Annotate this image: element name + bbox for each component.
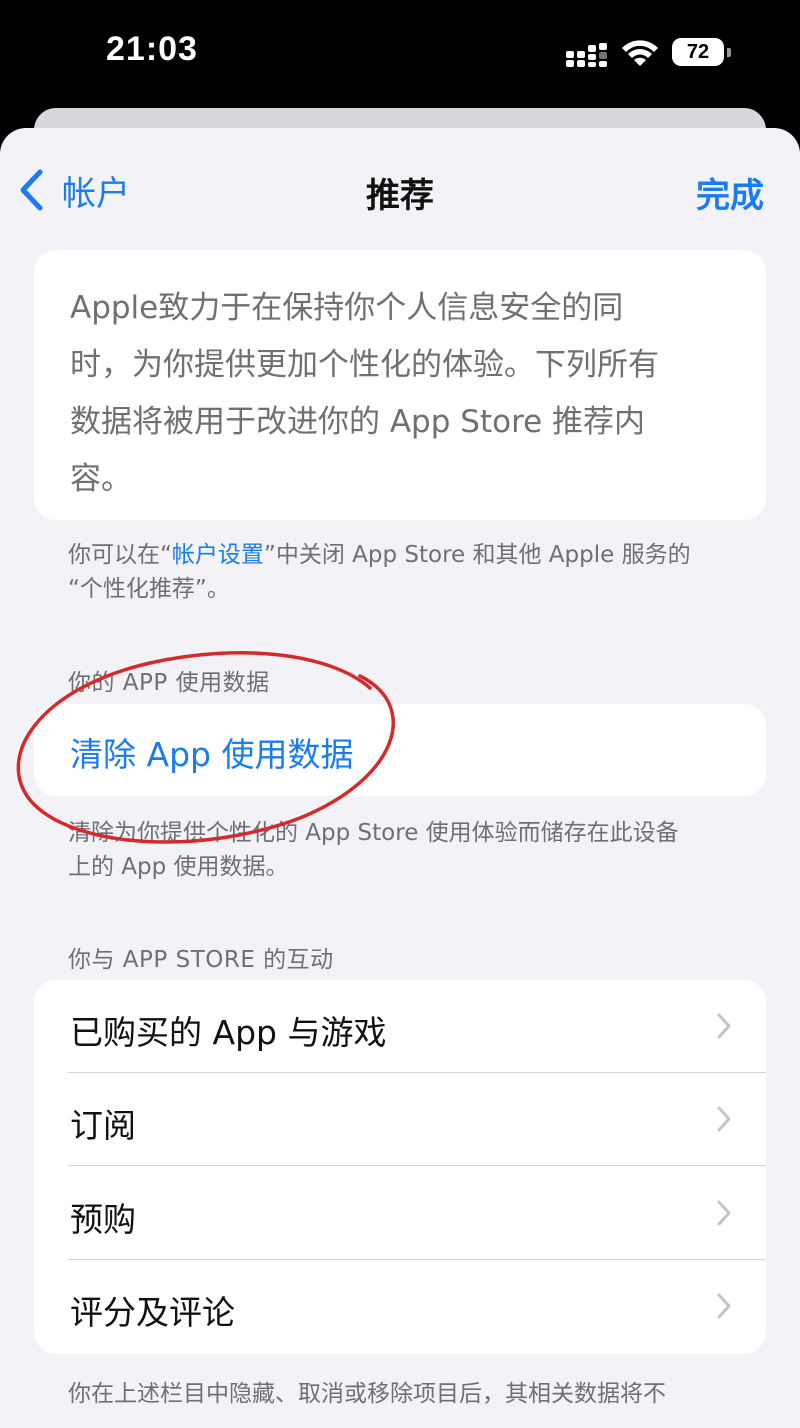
intro-line: 时，为你提供更加个性化的体验。下列所有 (70, 347, 659, 383)
chevron-right-icon (717, 1013, 731, 1039)
cellular-signal-icon (566, 43, 607, 67)
settings-note-line2: “个性化推荐”。 (68, 576, 230, 602)
intro-line: Apple致力于在保持你个人信息安全的同 (70, 290, 624, 326)
settings-note-prefix: 你可以在“ (68, 542, 172, 568)
list-item-preorders[interactable]: 预购 (34, 1167, 766, 1260)
intro-line: 数据将被用于改进你的 App Store 推荐内 (70, 404, 646, 440)
done-button[interactable]: 完成 (696, 168, 764, 217)
list-item-label: 订阅 (70, 1106, 136, 1145)
interactions-list: 已购买的 App 与游戏 订阅 预购 评分及评论 (34, 980, 766, 1354)
list-item-label: 评分及评论 (70, 1293, 235, 1332)
clear-app-usage-card: 清除 App 使用数据 (34, 704, 766, 796)
wifi-icon (622, 40, 658, 66)
status-bar: 21:03 72 (0, 0, 800, 108)
clear-footnote-line: 清除为你提供个性化的 App Store 使用体验而储存在此设备 (68, 820, 679, 846)
interactions-section-header: 你与 APP STORE 的互动 (68, 947, 334, 973)
chevron-right-icon (717, 1293, 731, 1319)
chevron-right-icon (717, 1106, 731, 1132)
bottom-note: 你在上述栏目中隐藏、取消或移除项目后，其相关数据将不 (68, 1381, 666, 1407)
list-item-label: 已购买的 App 与游戏 (70, 1013, 387, 1052)
clear-app-usage-button[interactable]: 清除 App 使用数据 (70, 728, 353, 776)
battery-level: 72 (672, 38, 724, 66)
list-item-purchased-apps[interactable]: 已购买的 App 与游戏 (34, 980, 766, 1073)
battery-icon: 72 (672, 38, 732, 68)
settings-note-suffix: ”中关闭 App Store 和其他 Apple 服务的 (263, 542, 691, 568)
chevron-right-icon (717, 1200, 731, 1226)
clear-footnote: 清除为你提供个性化的 App Store 使用体验而储存在此设备 上的 App … (68, 816, 758, 884)
page-title: 推荐 (366, 176, 434, 216)
account-settings-link[interactable]: 帐户设置 (172, 542, 264, 568)
intro-card: Apple致力于在保持你个人信息安全的同 时，为你提供更加个性化的体验。下列所有… (34, 250, 766, 520)
row-divider (68, 1165, 766, 1166)
recommendations-sheet: 帐户 推荐 完成 Apple致力于在保持你个人信息安全的同 时，为你提供更加个性… (0, 128, 800, 1428)
list-item-ratings-reviews[interactable]: 评分及评论 (34, 1260, 766, 1353)
intro-text: Apple致力于在保持你个人信息安全的同 时，为你提供更加个性化的体验。下列所有… (70, 280, 730, 508)
app-usage-section-header: 你的 APP 使用数据 (68, 670, 270, 696)
clear-footnote-line: 上的 App 使用数据。 (68, 854, 289, 880)
status-time: 21:03 (106, 30, 198, 68)
list-item-label: 预购 (70, 1200, 136, 1239)
settings-note: 你可以在“帐户设置”中关闭 App Store 和其他 Apple 服务的 “个… (68, 538, 758, 606)
intro-line: 容。 (70, 461, 132, 497)
list-item-subscriptions[interactable]: 订阅 (34, 1073, 766, 1166)
battery-cap (727, 48, 731, 57)
